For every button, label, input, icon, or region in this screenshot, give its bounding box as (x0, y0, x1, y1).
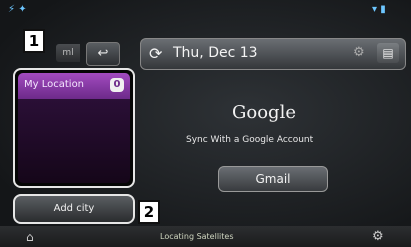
date-bar: ⟳ Thu, Dec 13 ⚙ ▤ (140, 38, 406, 70)
date-text: Thu, Dec 13 (173, 45, 258, 61)
back-button[interactable]: ↩ (86, 42, 120, 66)
bottom-bar: ⌂ Locating Satellites ⚙ (0, 226, 411, 247)
google-logo: Google (232, 102, 296, 123)
location-badge[interactable]: 0 (110, 78, 124, 92)
screen: ⚡ ✦ ▾ ▮ ml ↩ ⟳ Thu, Dec 13 ⚙ ▤ My Locati… (0, 0, 411, 247)
gmail-button[interactable]: Gmail (218, 166, 328, 192)
status-right-icons: ▾ ▮ (372, 4, 386, 15)
sync-text: Sync With a Google Account (186, 135, 314, 145)
status-left-icons: ⚡ ✦ (8, 4, 27, 15)
city-item-my-location[interactable]: My Location 0 (18, 73, 130, 99)
settings-icon[interactable]: ⚙ (372, 229, 384, 244)
home-icon[interactable]: ⌂ (26, 230, 34, 244)
status-bar: ⚡ ✦ ▾ ▮ (0, 0, 411, 22)
refresh-icon[interactable]: ⟳ (149, 44, 162, 63)
add-city-button[interactable]: Add city (13, 194, 135, 224)
small-tab[interactable]: ml (56, 44, 80, 62)
city-list-area (18, 99, 130, 183)
callout-2: 2 (138, 200, 160, 224)
gps-status-text: Locating Satellites (160, 232, 234, 241)
gear-icon[interactable]: ⚙ (353, 45, 365, 60)
calendar-icon[interactable]: ▤ (377, 43, 399, 63)
city-list-panel: My Location 0 (13, 68, 135, 188)
city-item-label: My Location (24, 79, 85, 90)
callout-1: 1 (23, 29, 45, 53)
